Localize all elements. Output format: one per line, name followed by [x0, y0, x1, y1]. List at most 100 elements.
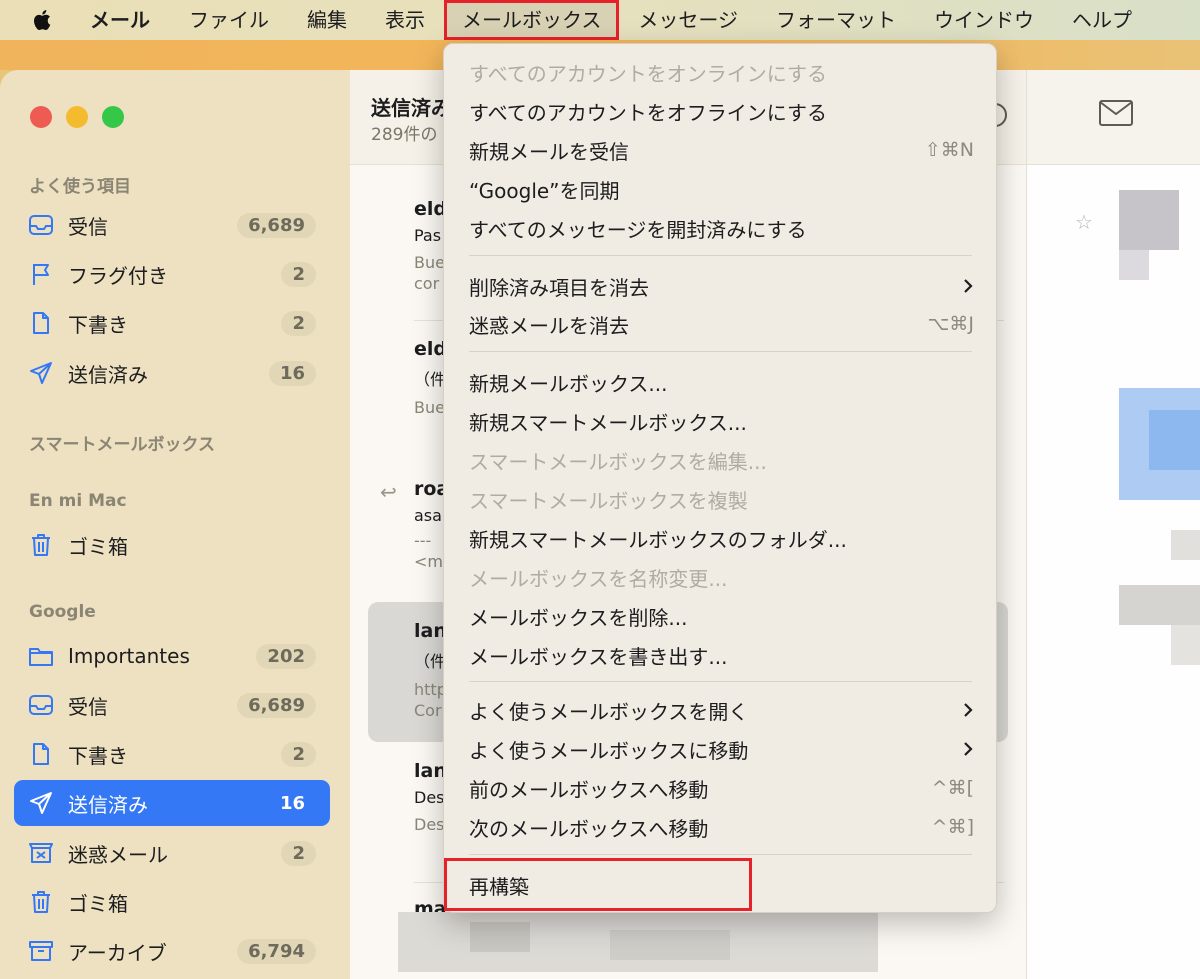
- sidebar-item-importantes[interactable]: Importantes 202: [14, 633, 330, 679]
- menu-item-label: すべてのアカウントをオンラインにする: [469, 61, 827, 86]
- message-preview-pane: ☆: [1026, 70, 1200, 979]
- sidebar: よく使う項目 受信 6,689 フラグ付き 2 下書き 2 送信済み 16 スマ…: [0, 70, 350, 979]
- keyboard-shortcut: ⇧⌘N: [924, 139, 974, 161]
- apple-icon[interactable]: [28, 7, 58, 33]
- sidebar-item-label: 受信: [68, 694, 108, 719]
- menu-item-next-mailbox[interactable]: 次のメールボックスへ移動 ^⌘]: [469, 809, 974, 845]
- menu-item-new-smart-mailbox-folder[interactable]: 新規スマートメールボックスのフォルダ...: [469, 520, 974, 556]
- sidebar-item-mac-trash[interactable]: ゴミ箱: [14, 522, 330, 568]
- menu-item-duplicate-smart-mailbox[interactable]: スマートメールボックスを複製: [469, 481, 974, 517]
- sidebar-item-google-sent[interactable]: 送信済み 16: [14, 780, 330, 826]
- menu-item-mark-all-read[interactable]: すべてのメッセージを開封済みにする: [469, 210, 974, 246]
- draft-icon: [28, 310, 54, 336]
- count-badge: 202: [256, 643, 316, 669]
- menu-separator: [469, 854, 972, 855]
- chevron-right-icon: [964, 703, 973, 717]
- sidebar-item-label: フラグ付き: [68, 263, 168, 288]
- menu-help[interactable]: ヘルプ: [1053, 0, 1151, 40]
- menu-item-label: メールボックスを書き出す...: [469, 644, 728, 669]
- count-badge: 16: [268, 360, 316, 386]
- sidebar-item-label: 迷惑メール: [68, 842, 168, 867]
- menu-item-edit-smart-mailbox[interactable]: スマートメールボックスを編集...: [469, 442, 974, 478]
- menu-item-erase-deleted[interactable]: 削除済み項目を消去: [469, 268, 974, 304]
- sidebar-item-label: 送信済み: [68, 792, 148, 817]
- replied-icon: ↩: [380, 480, 397, 504]
- count-badge: 2: [281, 840, 316, 866]
- count-badge: 6,794: [237, 938, 316, 964]
- blurred-content: [1149, 410, 1200, 470]
- star-icon[interactable]: ☆: [1075, 210, 1093, 234]
- count-badge: 2: [281, 310, 316, 336]
- draft-icon: [28, 741, 54, 767]
- sidebar-item-flagged[interactable]: フラグ付き 2: [14, 251, 330, 297]
- chevron-right-icon: [964, 279, 973, 293]
- sent-icon: [28, 360, 54, 386]
- envelope-icon[interactable]: [1099, 100, 1133, 126]
- menu-item-previous-mailbox[interactable]: 前のメールボックスへ移動 ^⌘[: [469, 770, 974, 806]
- menu-item-open-favorite-mailbox[interactable]: よく使うメールボックスを開く: [469, 692, 974, 728]
- section-google: Google: [29, 602, 96, 622]
- blurred-content: [610, 930, 730, 960]
- menu-item-export-mailbox[interactable]: メールボックスを書き出す...: [469, 637, 974, 673]
- menu-item-rename-mailbox[interactable]: メールボックスを名称変更...: [469, 559, 974, 595]
- menu-item-label: メールボックスを名称変更...: [469, 566, 728, 591]
- menu-item-label: 新規メールを受信: [469, 139, 629, 164]
- sidebar-item-sent[interactable]: 送信済み 16: [14, 350, 330, 396]
- sidebar-item-label: 下書き: [68, 743, 128, 768]
- section-on-my-mac: En mi Mac: [29, 491, 127, 511]
- menu-window[interactable]: ウインドウ: [915, 0, 1053, 40]
- sidebar-item-label: 下書き: [68, 312, 128, 337]
- menu-item-new-smart-mailbox[interactable]: 新規スマートメールボックス...: [469, 403, 974, 439]
- menu-file[interactable]: ファイル: [170, 0, 288, 40]
- menu-item-get-new-mail[interactable]: 新規メールを受信 ⇧⌘N: [469, 132, 974, 168]
- section-smart-mailboxes: スマートメールボックス: [29, 435, 215, 455]
- sidebar-item-google-drafts[interactable]: 下書き 2: [14, 731, 330, 777]
- flag-icon: [28, 261, 54, 287]
- sidebar-item-drafts[interactable]: 下書き 2: [14, 300, 330, 346]
- menu-view[interactable]: 表示: [366, 0, 444, 40]
- blurred-content: [1119, 250, 1149, 280]
- menu-item-delete-mailbox[interactable]: メールボックスを削除...: [469, 598, 974, 634]
- junk-icon: [28, 840, 54, 866]
- menu-item-label: よく使うメールボックスを開く: [469, 699, 749, 724]
- menu-app-name[interactable]: メール: [86, 0, 170, 40]
- sidebar-item-google-trash[interactable]: ゴミ箱: [14, 879, 330, 925]
- sidebar-item-google-archive[interactable]: アーカイブ 6,794: [14, 928, 330, 974]
- menu-item-label: スマートメールボックスを編集...: [469, 449, 767, 474]
- menu-edit[interactable]: 編集: [288, 0, 366, 40]
- menu-item-label: すべてのアカウントをオフラインにする: [469, 100, 827, 125]
- menu-item-sync-google[interactable]: “Google”を同期: [469, 171, 974, 207]
- unread-count-badge: 6,689: [237, 212, 316, 238]
- sidebar-item-inbox[interactable]: 受信 6,689: [14, 202, 330, 248]
- menu-item-move-to-favorite-mailbox[interactable]: よく使うメールボックスに移動: [469, 731, 974, 767]
- zoom-button[interactable]: [102, 106, 124, 128]
- sidebar-item-google-inbox[interactable]: 受信 6,689: [14, 682, 330, 728]
- count-badge: 2: [281, 261, 316, 287]
- minimize-button[interactable]: [66, 106, 88, 128]
- menu-separator: [469, 255, 972, 256]
- sent-icon: [28, 790, 54, 816]
- menu-item-new-mailbox[interactable]: 新規メールボックス...: [469, 364, 974, 400]
- chevron-right-icon: [964, 742, 973, 756]
- sidebar-item-google-junk[interactable]: 迷惑メール 2: [14, 830, 330, 876]
- mailbox-title: 送信済み: [371, 96, 451, 120]
- menu-message[interactable]: メッセージ: [619, 0, 757, 40]
- menu-item-label: 迷惑メールを消去: [469, 313, 629, 338]
- blurred-content: [1171, 625, 1200, 665]
- inbox-icon: [28, 212, 54, 238]
- keyboard-shortcut: ^⌘]: [931, 816, 974, 838]
- section-favorites: よく使う項目: [29, 177, 131, 197]
- inbox-icon: [28, 692, 54, 718]
- close-button[interactable]: [30, 106, 52, 128]
- menu-item-label: スマートメールボックスを複製: [469, 488, 748, 513]
- menu-item-all-accounts-offline[interactable]: すべてのアカウントをオフラインにする: [469, 93, 974, 129]
- menu-item-label: 新規スマートメールボックスのフォルダ...: [469, 527, 847, 552]
- keyboard-shortcut: ^⌘[: [931, 777, 974, 799]
- menu-mailbox[interactable]: メールボックス: [444, 0, 620, 40]
- menu-item-all-accounts-online[interactable]: すべてのアカウントをオンラインにする: [469, 54, 974, 90]
- preview-toolbar: [1027, 70, 1200, 165]
- menu-item-label: “Google”を同期: [469, 178, 620, 203]
- menu-item-erase-junk[interactable]: 迷惑メールを消去 ⌥⌘J: [469, 306, 974, 342]
- menu-format[interactable]: フォーマット: [757, 0, 915, 40]
- mailbox-menu-dropdown: すべてのアカウントをオンラインにする すべてのアカウントをオフラインにする 新規…: [443, 43, 997, 913]
